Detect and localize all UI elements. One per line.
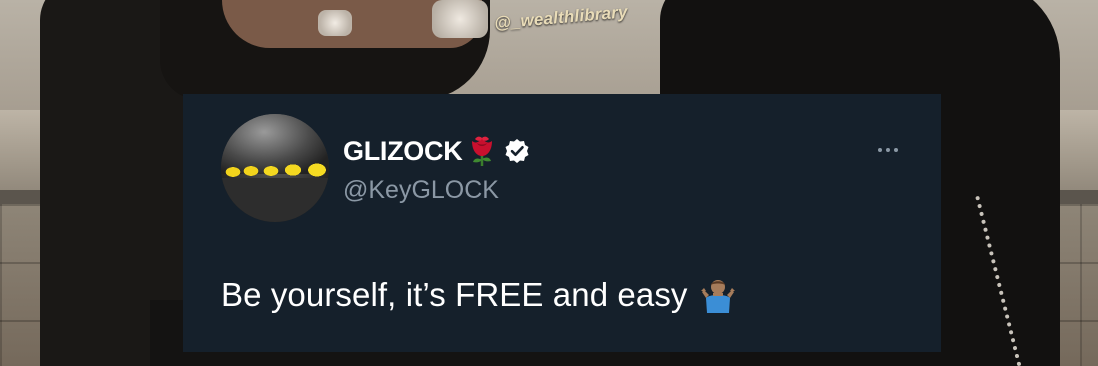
tweet-text-content: Be yourself, it’s FREE and easy — [221, 276, 688, 313]
avatar[interactable] — [221, 114, 329, 222]
author-handle[interactable]: @KeyGLOCK — [343, 176, 499, 205]
tweet-card[interactable]: GLIZOCK @KeyGLOCK Be yourself, it’s FREE… — [183, 94, 941, 352]
more-options-icon[interactable] — [873, 142, 903, 158]
tweet-text: Be yourself, it’s FREE and easy — [221, 276, 736, 314]
display-name[interactable]: GLIZOCK — [343, 136, 463, 167]
verified-badge-icon — [504, 138, 530, 164]
person-shrugging-icon — [700, 276, 736, 314]
author-name-row: GLIZOCK — [343, 134, 530, 168]
rose-icon — [468, 135, 496, 167]
